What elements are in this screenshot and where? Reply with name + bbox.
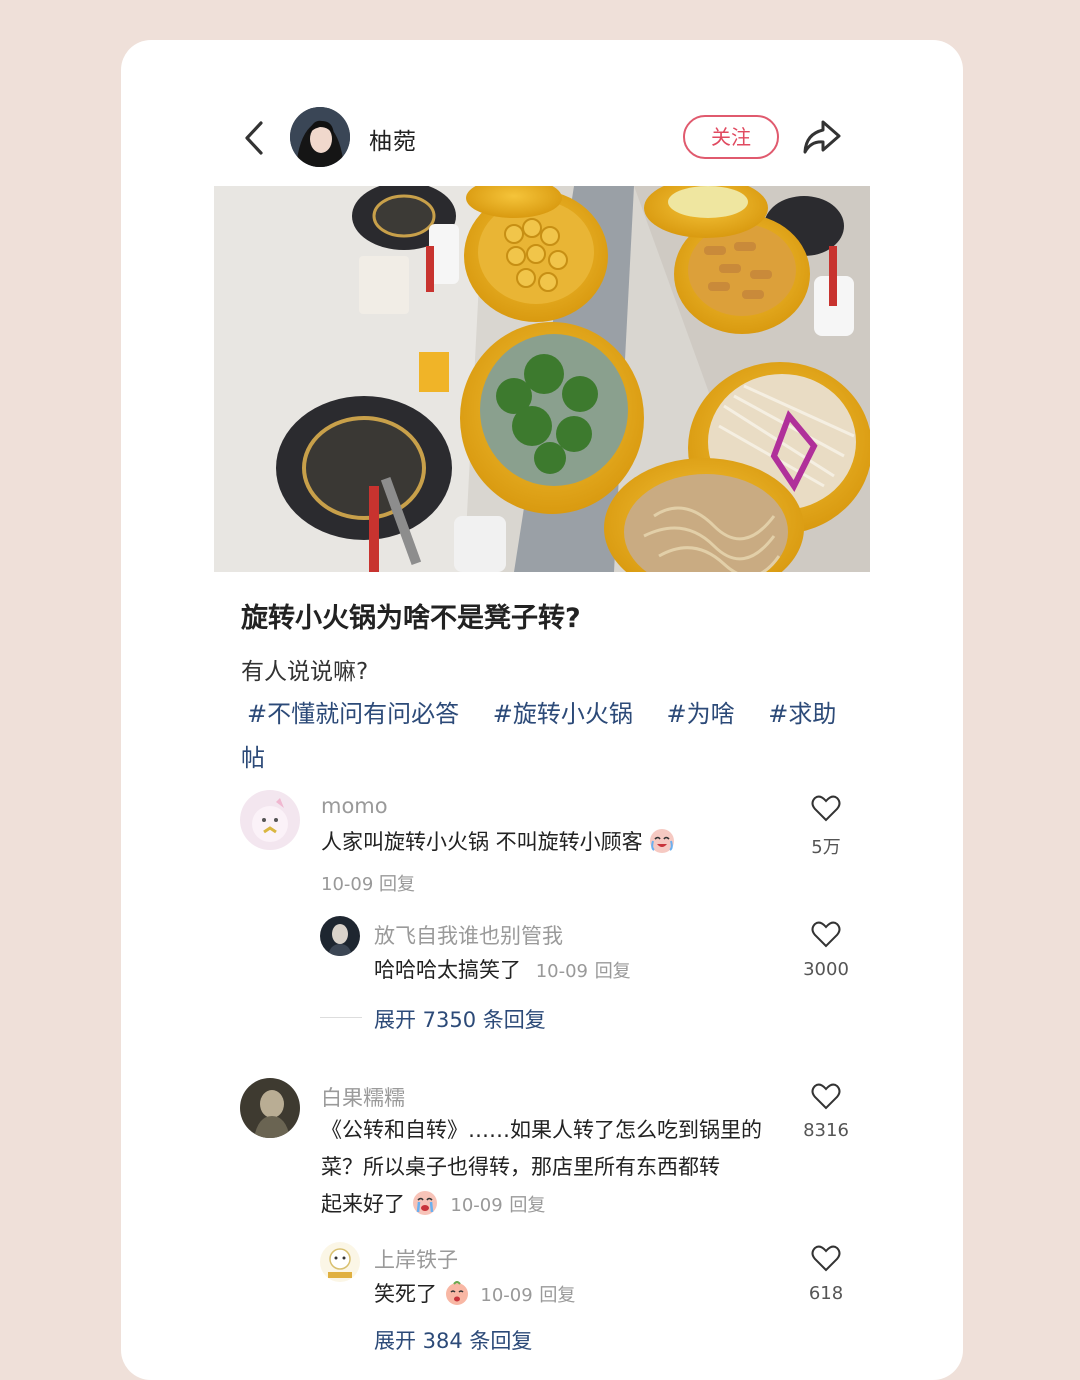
- comment-text-line: 《公转和自转》……如果人转了怎么吃到锅里的: [321, 1118, 762, 1142]
- like-count: 5万: [811, 837, 841, 858]
- crying-emoji-icon: [412, 1191, 437, 1215]
- reply-username[interactable]: 放飞自我谁也别管我: [374, 920, 563, 950]
- reply-username[interactable]: 上岸铁子: [374, 1244, 458, 1274]
- reply-avatar[interactable]: [320, 1242, 360, 1282]
- reply-text-content: 哈哈哈太搞笑了: [374, 958, 521, 982]
- comment-username[interactable]: 白果糯糯: [321, 1082, 405, 1112]
- reply-link[interactable]: 回复: [539, 1285, 575, 1306]
- reply-link[interactable]: 回复: [595, 961, 631, 982]
- tag-link[interactable]: #为啥: [667, 700, 735, 728]
- comment-text-content: 人家叫旋转小火锅 不叫旋转小顾客: [321, 830, 643, 854]
- expand-replies-link[interactable]: 展开 7350 条回复: [374, 1004, 546, 1034]
- comment-text: 《公转和自转》……如果人转了怎么吃到锅里的 菜？所以桌子也得转，那店里所有东西都…: [321, 1112, 791, 1224]
- like-count: 618: [808, 1283, 844, 1304]
- reply-text: 笑死了 10-09 回复: [374, 1276, 575, 1314]
- heart-icon[interactable]: [811, 1082, 841, 1110]
- comment-avatar[interactable]: [240, 1078, 300, 1138]
- follow-button[interactable]: 关注: [683, 115, 779, 159]
- crying-laugh-emoji-icon: [650, 829, 675, 853]
- share-icon[interactable]: [801, 118, 843, 156]
- author-name[interactable]: 柚菀: [369, 122, 417, 156]
- heart-icon[interactable]: [811, 794, 841, 822]
- comment-date: 10-09: [450, 1195, 503, 1216]
- like-count: 8316: [803, 1120, 849, 1141]
- comment-text-line-last: 起来好了 10-09 回复: [321, 1186, 791, 1224]
- comment-date: 10-09: [321, 874, 374, 895]
- comment-meta: 10-09 回复: [321, 870, 415, 896]
- like-count: 3000: [803, 959, 849, 980]
- reply-link[interactable]: 回复: [509, 1195, 545, 1216]
- heart-icon[interactable]: [811, 920, 841, 948]
- reply-link[interactable]: 回复: [379, 874, 415, 895]
- comment-text-content: 起来好了: [321, 1192, 405, 1216]
- comment-avatar[interactable]: [240, 790, 300, 850]
- post-title: 旋转小火锅为啥不是凳子转?: [241, 603, 581, 634]
- comment-text-line: 菜？所以桌子也得转，那店里所有东西都转: [321, 1155, 720, 1179]
- reply-text-content: 笑死了: [374, 1282, 437, 1306]
- tag-link[interactable]: #旋转小火锅: [493, 700, 633, 728]
- tag-list: #不懂就问有问必答 #旋转小火锅 #为啥 #求助帖: [241, 692, 851, 780]
- expand-replies-link[interactable]: 展开 384 条回复: [374, 1325, 532, 1355]
- reply-date: 10-09: [480, 1285, 533, 1306]
- comment-text: 人家叫旋转小火锅 不叫旋转小顾客: [321, 824, 675, 861]
- heart-icon[interactable]: [811, 1244, 841, 1272]
- post-card: 柚菀 关注 旋转小火锅为啥不是凳子转? 有人说说嘛? #不懂就问有问必答 #旋转…: [121, 40, 963, 1380]
- reply-text: 哈哈哈太搞笑了 10-09 回复: [374, 952, 631, 990]
- author-avatar[interactable]: [290, 107, 350, 167]
- reply-avatar[interactable]: [320, 916, 360, 956]
- post-photo[interactable]: [214, 186, 870, 572]
- divider: [320, 1017, 362, 1018]
- post-body: 有人说说嘛?: [241, 659, 369, 685]
- back-arrow-icon[interactable]: [239, 120, 269, 156]
- tag-link[interactable]: #不懂就问有问必答: [247, 700, 459, 728]
- peach-crying-emoji-icon: [445, 1281, 468, 1305]
- reply-date: 10-09: [535, 961, 588, 982]
- comment-username[interactable]: momo: [321, 794, 388, 818]
